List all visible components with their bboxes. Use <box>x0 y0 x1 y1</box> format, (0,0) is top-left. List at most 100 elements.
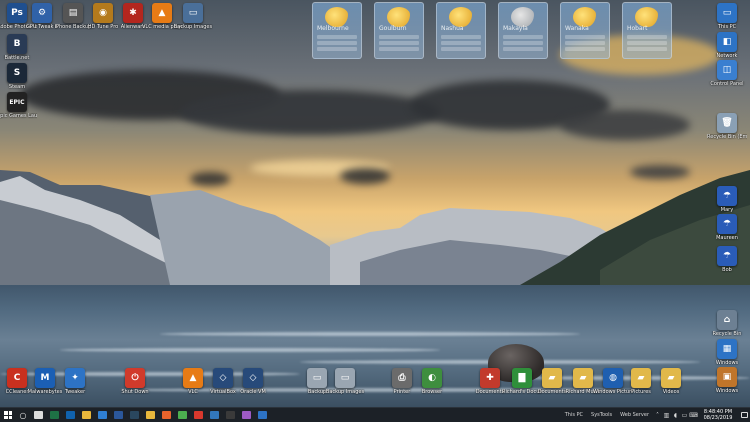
desktop-icon-bob[interactable]: ☂ Bob <box>710 246 744 273</box>
taskbar-app-terminal[interactable] <box>222 408 238 422</box>
windows-icon: ▦ <box>717 339 737 359</box>
desktop-icon-mary[interactable]: ☂ Mary <box>710 186 744 213</box>
weather-forecast-rows <box>317 35 357 53</box>
desktop-icon-label: Backup Images <box>173 24 213 30</box>
start-button[interactable] <box>0 408 16 422</box>
taskbar-app-media[interactable] <box>254 408 270 422</box>
desktop-icon-label: Videos <box>662 389 680 395</box>
desktop-icon-this-pc[interactable]: ▭ This PC <box>710 3 744 30</box>
steam-icon <box>129 411 139 419</box>
desktop-icon-label: Network <box>716 53 738 59</box>
volume-icon[interactable]: ◖ <box>671 408 680 422</box>
network-icon[interactable]: ▥ <box>662 408 671 422</box>
sun-icon <box>325 7 349 27</box>
desktop-icon-control-panel[interactable]: ◫ Control Panel <box>710 60 744 87</box>
maureen-icon: ☂ <box>717 214 737 234</box>
hd-tune-pro-icon: ◉ <box>93 3 113 23</box>
desktop-icon-label: Bob <box>722 267 732 273</box>
desktop-icon-label: Oracle VM <box>240 389 266 395</box>
recycle-bin-icon: ⌂ <box>717 310 737 330</box>
desktop-icon-network[interactable]: ◧ Network <box>710 32 744 59</box>
sun-icon <box>449 7 473 27</box>
explorer-icon <box>81 410 91 419</box>
desktop-icon-epic-games-launcher[interactable]: EPICEpic Games Launcher <box>0 92 37 119</box>
desktop-icon-steam[interactable]: S Steam <box>0 63 34 90</box>
desktop-icon-browser[interactable]: ◐ Browser <box>415 368 449 395</box>
weather-gadget[interactable]: Goulburn <box>374 2 424 59</box>
weather-city: Hobart <box>627 25 648 32</box>
desktop: PsAdobe Photoshop⚙GPU Tweak II▤iPhone Ba… <box>0 0 750 407</box>
desktop-icon-videos[interactable]: ▰ Videos <box>654 368 688 395</box>
desktop-icon-shut-down[interactable]: ⏻ Shut Down <box>118 368 152 395</box>
sun-icon <box>635 7 659 27</box>
desktop-icon-oracle-vm[interactable]: ◇ Oracle VM <box>236 368 270 395</box>
desktop-icon-label: Battle.net <box>4 55 30 61</box>
toolbar-systools[interactable]: SysTools <box>591 412 612 418</box>
keyboard-icon[interactable]: ⌨ <box>689 408 698 422</box>
taskbar-app-steam[interactable] <box>126 408 142 422</box>
action-center-button[interactable] <box>738 412 750 418</box>
taskbar-app-store[interactable] <box>94 408 110 422</box>
richard-music-icon: ▰ <box>573 368 593 388</box>
toolbar-this-pc[interactable]: This PC <box>565 412 583 418</box>
desktop-icon-windows[interactable]: ▦ Windows <box>710 339 744 366</box>
taskbar-app-task-view[interactable] <box>30 408 46 422</box>
toolbar-web-server[interactable]: Web Server <box>620 412 649 418</box>
windows-pictures-icon: ◍ <box>603 368 623 388</box>
vlc-icon: ▲ <box>183 368 203 388</box>
clock[interactable]: 8:48:40 PM 08/23/2019 <box>698 409 738 421</box>
taskbar-apps <box>30 408 270 422</box>
weather-gadget[interactable]: Wanaka <box>560 2 610 59</box>
richard-s-documents-icon: ▇ <box>512 368 532 388</box>
vlc-media-player-icon: ▲ <box>152 3 172 23</box>
desktop-icon-label: Browser <box>421 389 443 395</box>
vivaldi-icon <box>193 411 203 419</box>
battery-icon[interactable]: ▭ <box>680 408 689 422</box>
weather-gadget[interactable]: Nashua <box>436 2 486 59</box>
weather-gadget[interactable]: Makayla <box>498 2 548 59</box>
taskbar-app-firefox[interactable] <box>158 408 174 422</box>
wallpaper-wave <box>160 332 580 336</box>
taskbar-app-paint[interactable] <box>238 408 254 422</box>
tweaker-icon: ✦ <box>65 368 85 388</box>
steam-icon: S <box>7 63 27 83</box>
mary-icon: ☂ <box>717 186 737 206</box>
desktop-icon-label: Backup Images <box>325 389 365 395</box>
desktop-icon-tweaker[interactable]: ✦ Tweaker <box>58 368 92 395</box>
desktop-icon-backup-images[interactable]: ▭ Backup Images <box>325 368 365 395</box>
weather-gadget[interactable]: Hobart <box>622 2 672 59</box>
taskbar-app-word[interactable] <box>110 408 126 422</box>
recycle-bin-empty-icon: 🗑 <box>717 113 737 133</box>
weather-city: Nashua <box>441 25 464 32</box>
desktop-icon-label: Epic Games Launcher <box>0 113 37 119</box>
taskbar-app-edge[interactable] <box>206 408 222 422</box>
taskbar-app-outlook[interactable] <box>62 408 78 422</box>
taskbar: ○ This PC SysTools Web Server ˄ ▥ ◖ ▭ ⌨ … <box>0 407 750 422</box>
desktop-icon-backup-images[interactable]: ▭ Backup Images <box>173 3 213 30</box>
weather-city: Goulburn <box>379 25 407 32</box>
documents-icon: ▰ <box>542 368 562 388</box>
desktop-icon-battle-net[interactable]: B Battle.net <box>0 34 34 61</box>
search-icon: ○ <box>19 410 27 420</box>
taskbar-app-excel[interactable] <box>46 408 62 422</box>
this-pc-icon: ▭ <box>717 3 737 23</box>
taskbar-app-explorer[interactable] <box>78 408 94 422</box>
desktop-icon-maureen[interactable]: ☂ Maureen <box>710 214 744 241</box>
desktop-icon-windows[interactable]: ▣ Windows <box>710 367 744 394</box>
weather-gadget[interactable]: Melbourne <box>312 2 362 59</box>
desktop-icon-recycle-bin[interactable]: ⌂ Recycle Bin <box>710 310 744 337</box>
weather-forecast-rows <box>379 35 419 53</box>
sun-icon <box>573 7 597 27</box>
notification-icon <box>740 412 748 418</box>
desktop-icon-label: Maureen <box>716 235 738 241</box>
search-button[interactable]: ○ <box>16 408 30 422</box>
chevron-up-icon[interactable]: ˄ <box>653 408 662 422</box>
taskbar-app-chrome[interactable] <box>174 408 190 422</box>
chrome-icon <box>177 411 187 419</box>
battle-net-icon: B <box>7 34 27 54</box>
taskbar-app-file-manager[interactable] <box>142 408 158 422</box>
epic-games-launcher-icon: EPIC <box>7 92 27 112</box>
taskbar-app-vivaldi[interactable] <box>190 408 206 422</box>
desktop-icon-label: Control Panel <box>710 81 744 87</box>
desktop-icon-recycle-bin-empty[interactable]: 🗑Recycle Bin (Empty) <box>707 113 747 140</box>
